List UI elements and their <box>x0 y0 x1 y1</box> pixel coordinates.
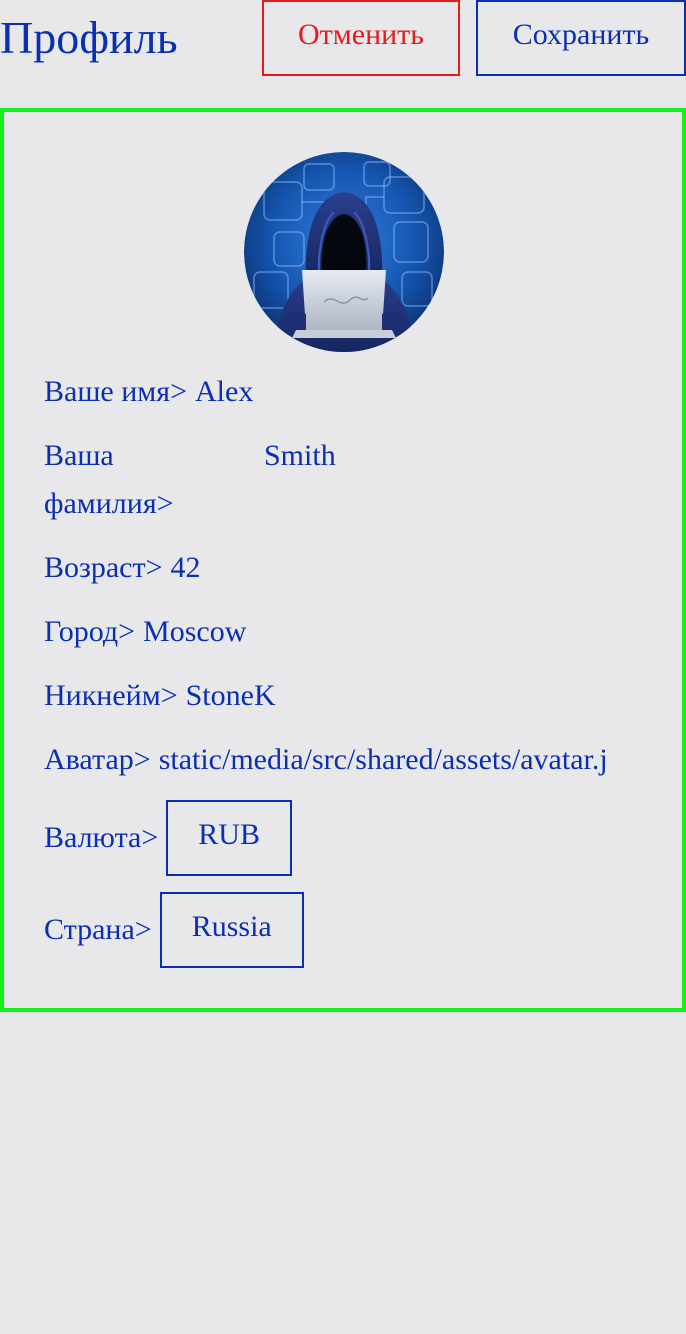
country-row: Страна> Russia <box>44 892 644 968</box>
avatar-label: Аватар> <box>44 743 151 776</box>
avatar-path-value[interactable]: static/media/src/shared/assets/avatar.j <box>159 743 608 776</box>
city-value[interactable]: Moscow <box>143 615 246 648</box>
hacker-avatar-icon <box>244 152 444 352</box>
currency-select[interactable]: RUB <box>166 800 292 876</box>
nickname-label: Никнейм> <box>44 679 178 712</box>
city-label: Город> <box>44 615 136 648</box>
first-name-row: Ваше имя> Alex <box>44 368 644 416</box>
currency-label: Валюта> <box>44 821 159 854</box>
cancel-button[interactable]: Отменить <box>262 0 460 76</box>
age-row: Возраст> 42 <box>44 544 644 592</box>
age-label: Возраст> <box>44 551 163 584</box>
page-title: Профиль <box>0 12 178 63</box>
nickname-value[interactable]: StoneK <box>186 679 276 712</box>
nickname-row: Никнейм> StoneK <box>44 672 644 720</box>
country-select[interactable]: Russia <box>159 892 304 968</box>
avatar-row: Аватар> static/media/src/shared/assets/av… <box>44 736 644 784</box>
last-name-label: Ваша фамилия> <box>44 439 174 520</box>
save-button[interactable]: Сохранить <box>476 0 686 76</box>
last-name-row: Ваша фамилия> Smith <box>44 432 644 528</box>
first-name-value[interactable]: Alex <box>195 375 253 408</box>
profile-card: Ваше имя> Alex Ваша фамилия> Smith Возраст… <box>0 108 686 1012</box>
first-name-label: Ваше имя> <box>44 375 187 408</box>
age-value[interactable]: 42 <box>171 551 201 584</box>
country-label: Страна> <box>44 913 152 946</box>
currency-row: Валюта> RUB <box>44 800 644 876</box>
city-row: Город> Moscow <box>44 608 644 656</box>
last-name-value[interactable]: Smith <box>264 432 336 480</box>
